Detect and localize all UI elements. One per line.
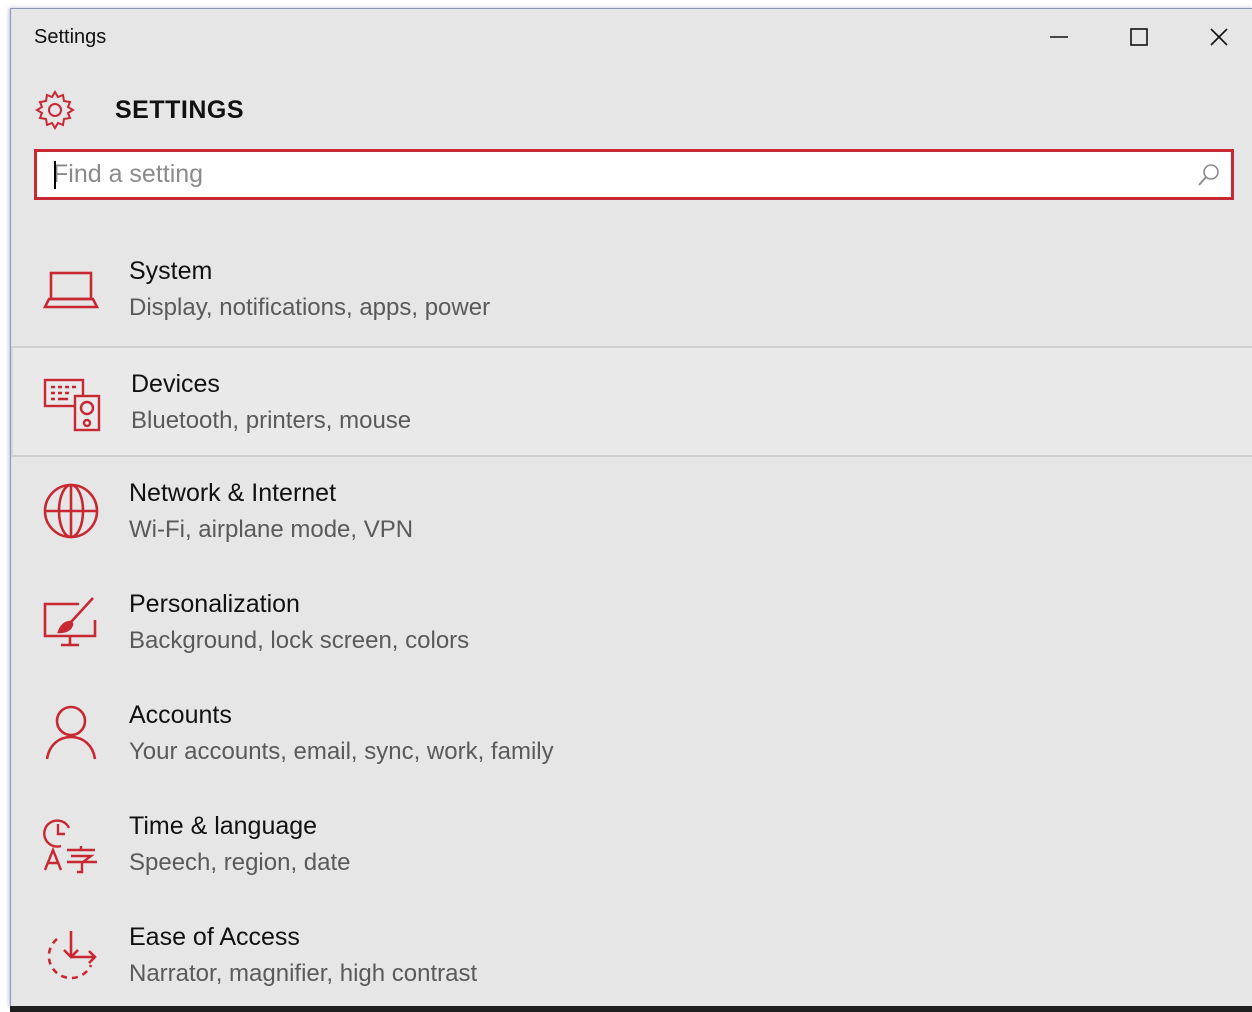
gear-icon (35, 90, 75, 130)
category-title: Devices (131, 370, 220, 398)
page-title: SETTINGS (115, 95, 245, 124)
category-time-language[interactable]: Time & language Speech, region, date (11, 790, 1252, 901)
window-title: Settings (34, 26, 107, 48)
category-title: Ease of Access (129, 923, 300, 951)
search-box[interactable] (34, 149, 1234, 200)
category-accounts[interactable]: Accounts Your accounts, email, sync, wor… (11, 679, 1252, 790)
maximize-button[interactable] (1099, 9, 1179, 65)
person-icon (45, 705, 97, 760)
settings-header: SETTINGS (33, 87, 244, 133)
category-title: Personalization (129, 590, 300, 618)
category-subtitle: Bluetooth, printers, mouse (131, 407, 412, 434)
close-button[interactable] (1179, 9, 1252, 65)
globe-icon (43, 483, 99, 539)
search-icon[interactable] (1197, 163, 1221, 187)
category-subtitle: Wi-Fi, airplane mode, VPN (129, 516, 414, 543)
ease-of-access-icon (47, 931, 97, 980)
category-title: Accounts (129, 701, 232, 729)
category-system[interactable]: System Display, notifications, apps, pow… (11, 235, 1252, 346)
text-caret (54, 161, 56, 189)
paint-monitor-icon (43, 597, 97, 647)
minimize-icon (1050, 36, 1068, 38)
close-icon (1210, 28, 1228, 46)
category-subtitle: Speech, region, date (129, 849, 351, 876)
category-subtitle: Background, lock screen, colors (129, 627, 470, 654)
settings-window: Settings SETTINGS Find a setting System … (10, 8, 1252, 1007)
time-language-icon (43, 819, 97, 874)
category-title: System (129, 257, 213, 285)
window-bottom-edge (10, 1006, 1252, 1012)
devices-icon (43, 378, 101, 432)
category-title: Time & language (129, 812, 318, 840)
category-personalization[interactable]: Personalization Background, lock screen,… (11, 568, 1252, 679)
category-ease-of-access[interactable]: Ease of Access Narrator, magnifier, high… (11, 901, 1252, 1007)
maximize-icon (1130, 28, 1148, 46)
minimize-button[interactable] (1019, 9, 1099, 65)
settings-category-list: System Display, notifications, apps, pow… (11, 235, 1252, 1007)
category-subtitle: Narrator, magnifier, high contrast (129, 960, 478, 987)
category-title: Network & Internet (129, 479, 337, 507)
title-bar[interactable]: Settings (11, 9, 1252, 65)
laptop-icon (42, 271, 100, 309)
category-subtitle: Your accounts, email, sync, work, family (129, 738, 554, 765)
category-network-internet[interactable]: Network & Internet Wi-Fi, airplane mode,… (11, 457, 1252, 568)
category-devices[interactable]: Devices Bluetooth, printers, mouse (11, 346, 1252, 457)
category-subtitle: Display, notifications, apps, power (129, 294, 491, 321)
search-input[interactable] (53, 152, 1173, 197)
